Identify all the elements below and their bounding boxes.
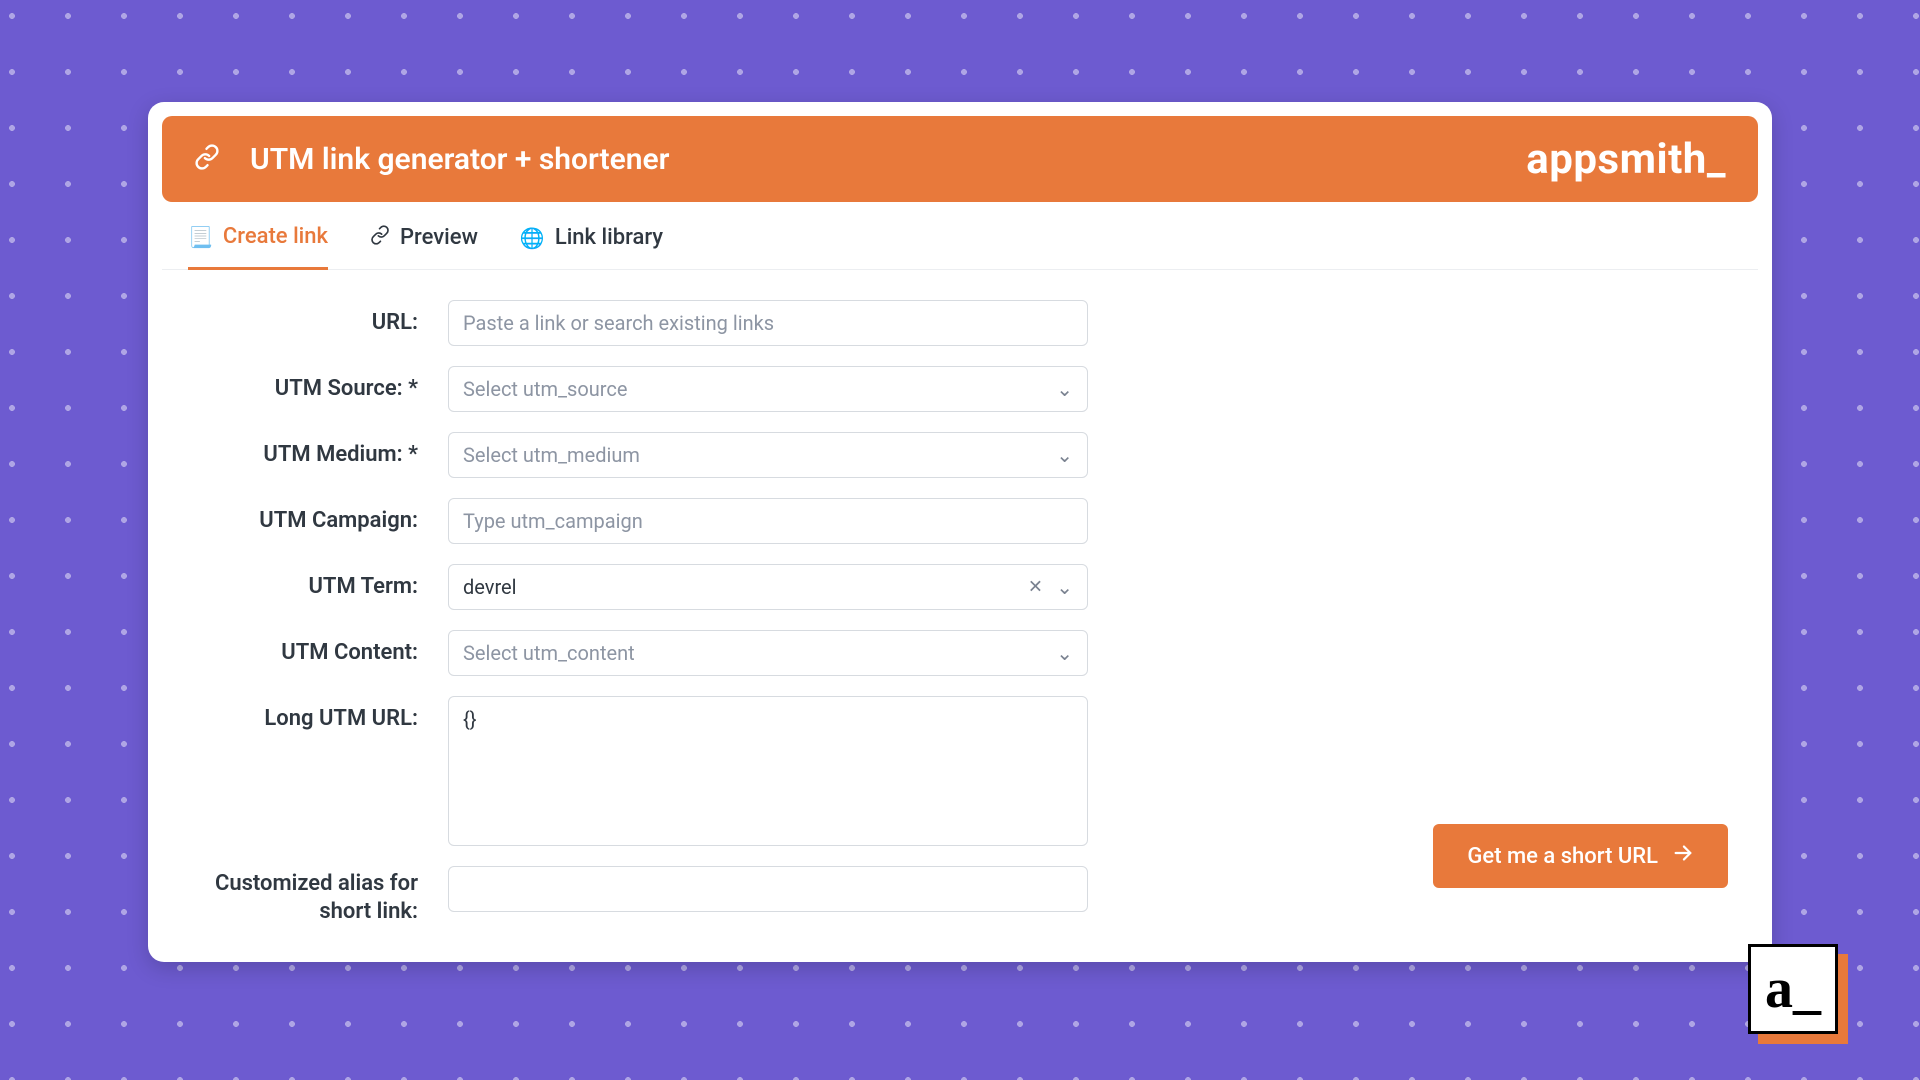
- link-icon: [194, 144, 220, 174]
- form: URL: Paste a link or search existing lin…: [162, 270, 1758, 956]
- url-input[interactable]: Paste a link or search existing links: [448, 300, 1088, 346]
- header-left: UTM link generator + shortener: [194, 142, 669, 177]
- link-icon: [370, 225, 390, 250]
- label-long-url: Long UTM URL:: [188, 696, 448, 742]
- utm-content-select[interactable]: Select utm_content ⌄: [448, 630, 1088, 676]
- brand-logo: appsmith_: [1526, 135, 1726, 184]
- placeholder-text: Select utm_medium: [463, 443, 640, 467]
- tab-label: Create link: [223, 224, 328, 249]
- field-value: devrel: [463, 575, 517, 599]
- globe-icon: 🌐: [520, 226, 545, 250]
- row-source: UTM Source: * Select utm_source ⌄: [188, 366, 1732, 412]
- close-icon[interactable]: ✕: [1028, 577, 1043, 598]
- page-title: UTM link generator + shortener: [250, 142, 669, 177]
- placeholder-text: Select utm_content: [463, 641, 635, 665]
- utm-medium-select[interactable]: Select utm_medium ⌄: [448, 432, 1088, 478]
- row-medium: UTM Medium: * Select utm_medium ⌄: [188, 432, 1732, 478]
- label-medium: UTM Medium: *: [188, 432, 448, 478]
- chevron-down-icon: ⌄: [1056, 443, 1073, 467]
- tab-link-library[interactable]: 🌐 Link library: [520, 224, 663, 269]
- tab-preview[interactable]: Preview: [370, 224, 478, 269]
- arrow-right-icon: [1672, 842, 1694, 870]
- label-alias: Customized alias for short link:: [188, 866, 448, 926]
- label-url: URL:: [188, 300, 448, 346]
- row-url: URL: Paste a link or search existing lin…: [188, 300, 1732, 346]
- appsmith-corner-logo: a_: [1748, 944, 1848, 1044]
- utm-term-select[interactable]: devrel ✕ ⌄: [448, 564, 1088, 610]
- placeholder-text: Paste a link or search existing links: [463, 311, 774, 335]
- utm-source-select[interactable]: Select utm_source ⌄: [448, 366, 1088, 412]
- header-bar: UTM link generator + shortener appsmith_: [162, 116, 1758, 202]
- tab-label: Link library: [555, 225, 663, 250]
- document-icon: 📃: [188, 225, 213, 249]
- placeholder-text: Select utm_source: [463, 377, 627, 401]
- row-campaign: UTM Campaign: Type utm_campaign: [188, 498, 1732, 544]
- row-content: UTM Content: Select utm_content ⌄: [188, 630, 1732, 676]
- long-url-textarea[interactable]: {}: [448, 696, 1088, 846]
- tabs: 📃 Create link Preview 🌐 Link library: [162, 202, 1758, 270]
- utm-campaign-input[interactable]: Type utm_campaign: [448, 498, 1088, 544]
- logo-box: a_: [1748, 944, 1838, 1034]
- tab-create-link[interactable]: 📃 Create link: [188, 224, 328, 270]
- cta-label: Get me a short URL: [1467, 844, 1658, 869]
- placeholder-text: Type utm_campaign: [463, 509, 643, 533]
- field-value: {}: [463, 707, 477, 731]
- get-short-url-button[interactable]: Get me a short URL: [1433, 824, 1728, 888]
- label-term: UTM Term:: [188, 564, 448, 610]
- logo-text: a_: [1765, 957, 1821, 1021]
- row-term: UTM Term: devrel ✕ ⌄: [188, 564, 1732, 610]
- alias-input[interactable]: [448, 866, 1088, 912]
- label-source: UTM Source: *: [188, 366, 448, 412]
- label-content: UTM Content:: [188, 630, 448, 676]
- chevron-down-icon: ⌄: [1056, 377, 1073, 401]
- chevron-down-icon: ⌄: [1056, 641, 1073, 665]
- tab-label: Preview: [400, 225, 478, 250]
- chevron-down-icon: ⌄: [1056, 575, 1073, 599]
- app-card: UTM link generator + shortener appsmith_…: [148, 102, 1772, 962]
- label-campaign: UTM Campaign:: [188, 498, 448, 544]
